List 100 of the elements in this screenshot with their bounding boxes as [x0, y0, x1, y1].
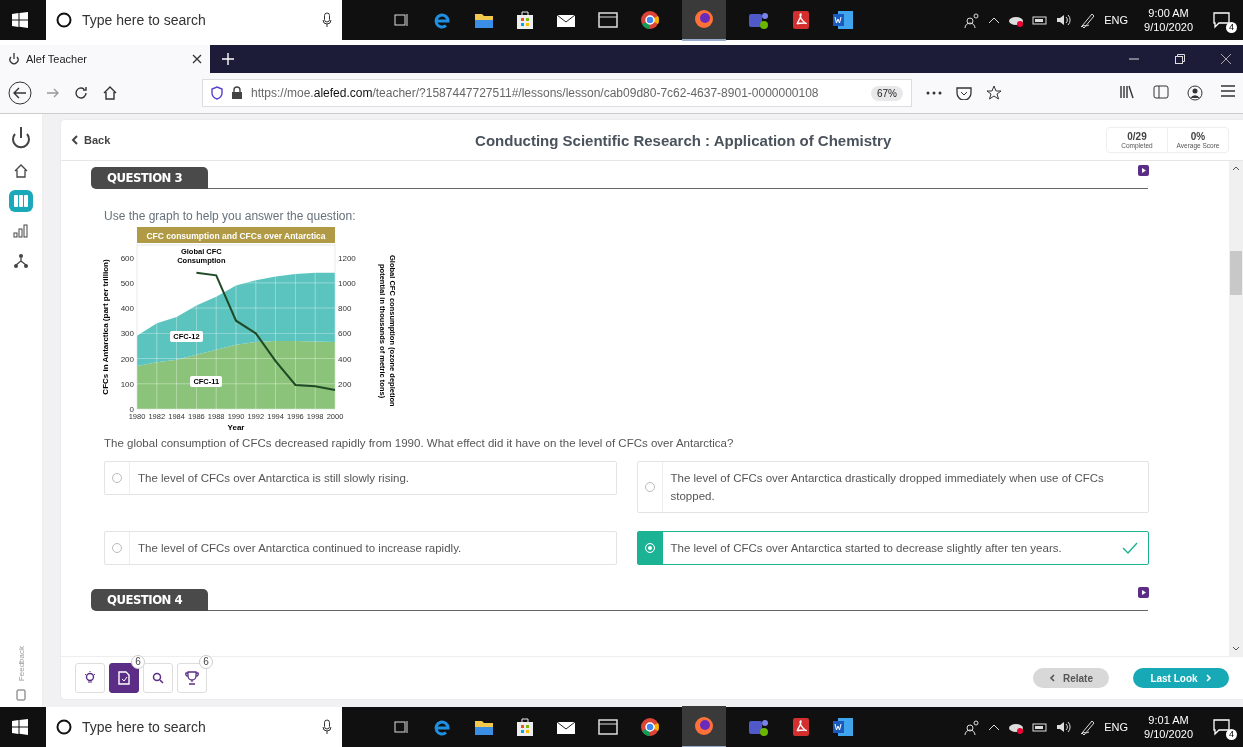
lock-icon[interactable]: [231, 86, 243, 100]
task-view-icon[interactable]: [394, 12, 410, 28]
previous-button[interactable]: Relate: [1033, 668, 1109, 688]
reload-icon[interactable]: [74, 86, 88, 100]
restore-icon[interactable]: [1175, 54, 1185, 64]
notes-tool-button[interactable]: [109, 663, 139, 693]
hint-tool-button[interactable]: [75, 663, 105, 693]
y-tick-label: 400: [120, 304, 134, 314]
windows-logo-icon[interactable]: [12, 12, 28, 28]
more-dots-icon[interactable]: [926, 91, 942, 95]
folder-icon[interactable]: [474, 718, 494, 736]
library-icon[interactable]: [1119, 85, 1135, 99]
folder-icon[interactable]: [474, 11, 494, 29]
speaker-icon[interactable]: [1056, 720, 1073, 734]
clock[interactable]: 9:01 AM 9/10/2020: [1144, 713, 1193, 741]
microphone-icon[interactable]: [322, 12, 332, 28]
word-document-icon[interactable]: [832, 717, 854, 737]
sidebar-lessons-button[interactable]: [9, 190, 33, 212]
pen-icon[interactable]: [1080, 12, 1097, 28]
chevron-left-icon: [71, 135, 78, 145]
colored-ring-icon[interactable]: [640, 10, 660, 30]
chevron-up-icon[interactable]: [988, 722, 1001, 732]
taskbar-search-field[interactable]: Type here to search: [46, 0, 342, 40]
account-icon[interactable]: [1187, 85, 1203, 101]
shopping-bag-icon[interactable]: [516, 717, 534, 737]
search-tool-button[interactable]: [143, 663, 173, 693]
y-axis-title: CFCs in Antarctica (part per trillion): [101, 259, 110, 395]
person-icon[interactable]: [964, 719, 981, 735]
hierarchy-icon: [13, 253, 29, 269]
y2-tick-label: 800: [338, 304, 352, 314]
plus-icon[interactable]: [222, 53, 234, 65]
count-badge: 6: [131, 655, 145, 669]
radio-button[interactable]: [112, 473, 122, 483]
pen-icon[interactable]: [1080, 719, 1097, 735]
radio-button[interactable]: [644, 482, 655, 492]
task-view-icon[interactable]: [394, 719, 410, 735]
trophy-icon: [185, 671, 199, 685]
trophy-tool-button[interactable]: [177, 663, 207, 693]
address-bar[interactable]: https://moe.alefed.com/teacher/?1587447727511#/lessons/lesson/cab09d80-7c62-4637-8901-0000000108 67%: [202, 79, 912, 107]
forward-arrow-icon[interactable]: [46, 86, 60, 100]
y-tick-label: 200: [120, 354, 134, 364]
word-document-icon[interactable]: [832, 10, 854, 30]
lesson-title: Conducting Scientific Research : Application of Chemistry: [474, 131, 893, 149]
scrollbar-thumb[interactable]: [1230, 251, 1242, 295]
answer-option[interactable]: The level of CFCs over Antarctica is still slowly rising.: [104, 461, 617, 495]
window-icon[interactable]: [598, 11, 618, 29]
play-icon[interactable]: [1138, 587, 1149, 598]
radio-button[interactable]: [112, 543, 122, 553]
microphone-icon[interactable]: [322, 719, 332, 735]
chevron-up-icon[interactable]: [988, 15, 1001, 25]
battery-icon[interactable]: [1032, 721, 1049, 733]
close-icon[interactable]: [1221, 54, 1231, 64]
notification-button[interactable]: 4: [1209, 7, 1235, 33]
home-icon[interactable]: [102, 85, 118, 101]
chevron-left-icon: [1049, 674, 1055, 682]
envelope-icon[interactable]: [556, 12, 576, 28]
close-icon[interactable]: [192, 54, 202, 64]
question-text: The global consumption of CFCs decreased rapidly from 1990. What effect did it have on the level of CFCs over Antarctica?: [104, 437, 735, 449]
y2-tick-label: 600: [338, 329, 352, 339]
y-tick-label: 300: [120, 329, 134, 339]
battery-icon[interactable]: [1032, 14, 1049, 26]
speaker-icon[interactable]: [1056, 13, 1073, 27]
windows-logo-icon[interactable]: [12, 719, 28, 735]
taskbar-search-field[interactable]: Type here to search: [46, 707, 342, 747]
y-tick-label: 500: [120, 278, 134, 288]
pdf-document-icon[interactable]: [792, 717, 810, 737]
star-icon[interactable]: [986, 85, 1002, 101]
clock[interactable]: 9:00 AM 9/10/2020: [1144, 6, 1193, 34]
person-icon[interactable]: [964, 12, 981, 28]
y2-tick-label: 1000: [338, 278, 356, 288]
home-icon: [13, 163, 29, 179]
search-icon: [152, 672, 164, 684]
pocket-icon[interactable]: [956, 86, 972, 100]
power-logo-icon: [8, 52, 20, 66]
shield-icon[interactable]: [211, 86, 223, 100]
language-indicator[interactable]: ENG: [1104, 721, 1129, 733]
scroll-up-icon[interactable]: [1232, 165, 1240, 171]
shopping-bag-icon[interactable]: [516, 10, 534, 30]
answer-option[interactable]: The level of CFCs over Antarctica started to decrease slightly after ten years.: [636, 531, 1149, 565]
back-button[interactable]: Back: [71, 134, 111, 146]
y2-tick-label: 200: [338, 379, 352, 389]
document-check-icon: [118, 671, 130, 685]
notification-button[interactable]: 4: [1209, 714, 1235, 740]
envelope-icon[interactable]: [556, 719, 576, 735]
bar-chart-icon: [13, 224, 29, 238]
sidebar-icon[interactable]: [1153, 85, 1169, 99]
menu-icon[interactable]: [1221, 85, 1235, 97]
browser-tab[interactable]: Alef Teacher: [0, 45, 210, 73]
x-axis-title: Year: [227, 423, 245, 432]
answer-option[interactable]: The level of CFCs over Antarctica drastically dropped immediately when use of CFCs stopped.: [636, 461, 1149, 513]
window-icon[interactable]: [598, 718, 618, 736]
pdf-document-icon[interactable]: [792, 10, 810, 30]
note-icon[interactable]: [16, 689, 26, 701]
zoom-level-badge[interactable]: 67%: [871, 85, 903, 101]
y-tick-label: 600: [120, 253, 134, 263]
answer-option[interactable]: The level of CFCs over Antarctica continued to increase rapidly.: [104, 531, 617, 565]
colored-ring-icon[interactable]: [640, 717, 660, 737]
play-icon[interactable]: [1138, 165, 1149, 176]
scroll-down-icon[interactable]: [1232, 646, 1240, 652]
language-indicator[interactable]: ENG: [1104, 14, 1129, 26]
